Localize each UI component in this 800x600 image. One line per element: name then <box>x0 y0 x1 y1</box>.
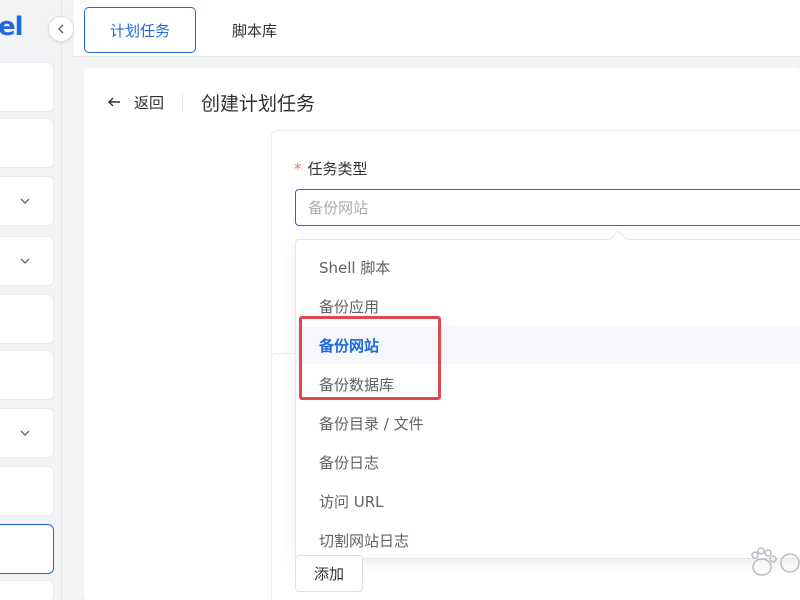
page-title: 创建计划任务 <box>201 92 316 115</box>
sidebar-item-expandable[interactable] <box>0 176 54 226</box>
tab-scheduled-tasks[interactable]: 计划任务 <box>84 7 197 53</box>
sidebar-item[interactable] <box>0 350 54 400</box>
tab-script-library[interactable]: 脚本库 <box>207 7 302 53</box>
task-type-label: * 任务类型 <box>294 158 368 179</box>
sidebar: el <box>0 0 62 600</box>
option-backup-app[interactable]: 备份应用 <box>296 287 800 325</box>
tabs-bar: 计划任务 脚本库 <box>74 0 800 57</box>
sidebar-item[interactable] <box>0 118 54 168</box>
option-backup-website[interactable]: 备份网站 <box>296 326 800 364</box>
page-header: 返回 创建计划任务 <box>106 90 316 115</box>
sidebar-item[interactable] <box>0 466 54 516</box>
sidebar-item-expandable[interactable] <box>0 236 54 286</box>
sidebar-collapse-button[interactable] <box>48 16 74 42</box>
sidebar-item-active[interactable] <box>0 524 54 574</box>
sidebar-item[interactable] <box>0 294 54 344</box>
chevron-down-icon <box>20 258 30 264</box>
task-type-select[interactable]: 备份网站 <box>295 189 800 226</box>
option-shell-script[interactable]: Shell 脚本 <box>296 248 800 286</box>
back-link[interactable]: 返回 <box>134 92 164 113</box>
option-backup-logs[interactable]: 备份日志 <box>296 443 800 481</box>
chevron-left-icon <box>58 24 64 34</box>
chevron-down-icon <box>20 198 30 204</box>
watermark-logo <box>751 547 800 576</box>
logo: el <box>0 12 24 42</box>
header-divider <box>182 93 184 111</box>
task-type-label-text: 任务类型 <box>307 160 368 178</box>
task-type-dropdown: Shell 脚本 备份应用 备份网站 备份数据库 备份目录 / 文件 备份日志 … <box>295 230 800 559</box>
main-card: 返回 创建计划任务 * 任务类型 备份网站 Shell 脚本 备份应用 备份网站 … <box>84 68 800 600</box>
add-button[interactable]: 添加 <box>295 555 363 592</box>
sidebar-item[interactable] <box>0 62 54 112</box>
sidebar-item[interactable] <box>0 580 54 600</box>
sidebar-item-expandable[interactable] <box>0 408 54 458</box>
required-mark: * <box>294 160 302 178</box>
arrow-left-icon[interactable] <box>106 94 122 110</box>
option-backup-database[interactable]: 备份数据库 <box>296 365 800 403</box>
chevron-down-icon <box>20 430 30 436</box>
option-backup-directory[interactable]: 备份目录 / 文件 <box>296 404 800 442</box>
option-cut-website-log[interactable]: 切割网站日志 <box>296 521 800 559</box>
task-type-placeholder: 备份网站 <box>308 199 369 217</box>
option-access-url[interactable]: 访问 URL <box>296 482 800 520</box>
